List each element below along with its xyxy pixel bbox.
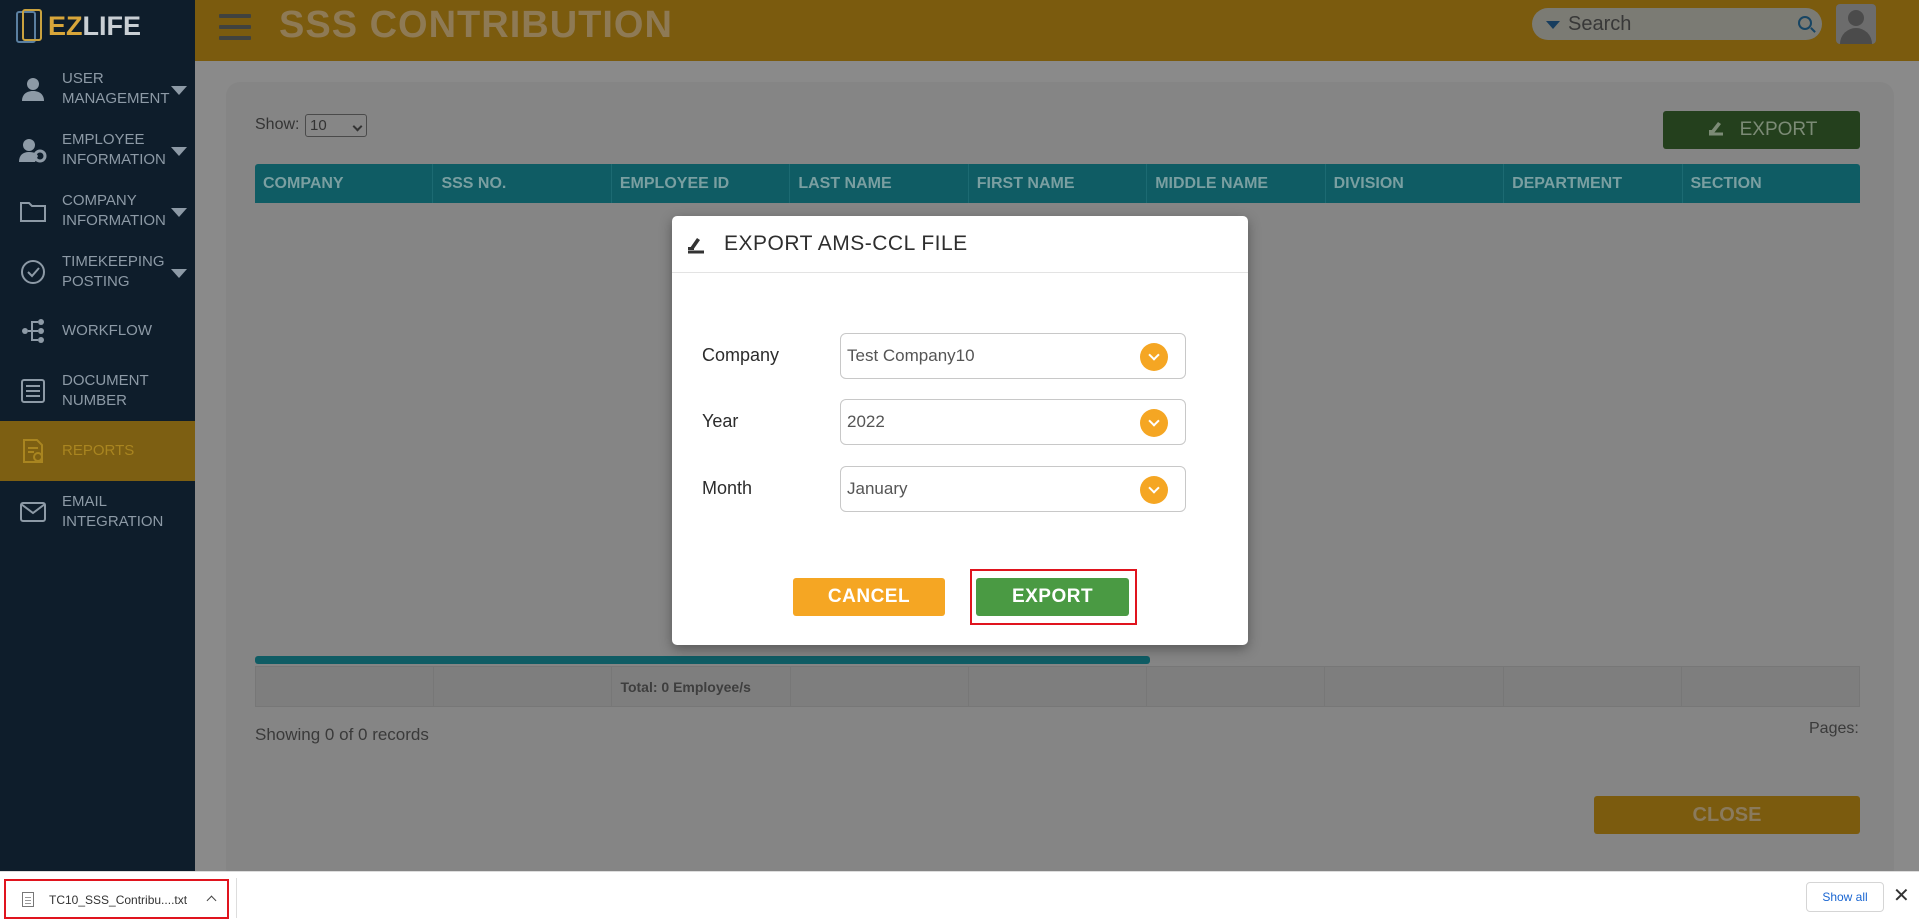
sidebar-item-company-information[interactable]: COMPANY INFORMATION: [0, 182, 195, 240]
report-icon: [18, 436, 48, 466]
export-button-highlight: EXPORT: [970, 569, 1137, 625]
horizontal-scrollbar[interactable]: [255, 656, 1150, 664]
column-header[interactable]: EMPLOYEE ID: [612, 164, 791, 203]
envelope-icon: [18, 497, 48, 527]
sidebar-item-email-integration[interactable]: EMAIL INTEGRATION: [0, 483, 195, 541]
employee-gear-icon: [18, 135, 48, 165]
sidebar-item-reports[interactable]: REPORTS: [0, 421, 195, 481]
search-input[interactable]: Search: [1532, 8, 1822, 40]
user-icon: [18, 74, 48, 104]
chevron-down-icon: [171, 208, 187, 217]
downloaded-file-item[interactable]: TC10_SSS_Contribu....txt: [4, 879, 229, 919]
cancel-button[interactable]: CANCEL: [793, 578, 945, 616]
hamburger-menu-icon[interactable]: [219, 14, 251, 40]
search-filter-caret-icon[interactable]: [1546, 21, 1560, 29]
chevron-down-icon: [171, 269, 187, 278]
month-label: Month: [702, 478, 753, 498]
page-size-select[interactable]: 10: [305, 114, 367, 137]
logo-text: EZLIFE: [48, 10, 142, 41]
export-dialog: EXPORT AMS-CCL FILE Company Test Company…: [672, 216, 1248, 645]
document-list-icon: [18, 376, 48, 406]
text-file-icon: [22, 892, 34, 907]
company-select[interactable]: Test Company10: [840, 333, 1186, 379]
search-placeholder: Search: [1568, 13, 1632, 35]
export-icon: [1706, 118, 1726, 142]
sidebar-item-user-management[interactable]: USER MANAGEMENT: [0, 60, 195, 118]
table-header: COMPANY SSS NO. EMPLOYEE ID LAST NAME FI…: [255, 164, 1860, 203]
column-header[interactable]: SSS NO.: [433, 164, 612, 203]
divider: [236, 878, 237, 918]
workflow-icon: [18, 316, 48, 346]
download-bar: TC10_SSS_Contribu....txt Show all ✕: [0, 871, 1919, 922]
chevron-down-icon[interactable]: [1140, 409, 1168, 437]
check-circle-icon: [18, 257, 48, 287]
column-header[interactable]: COMPANY: [255, 164, 434, 203]
chevron-down-icon: [352, 121, 363, 132]
ezlife-logo[interactable]: EZLIFE: [14, 4, 141, 48]
year-label: Year: [702, 411, 739, 431]
total-employees: Total: 0 Employee/s: [612, 667, 791, 706]
dialog-title: EXPORT AMS-CCL FILE: [724, 232, 968, 255]
top-header: SSS CONTRIBUTION Search: [195, 0, 1919, 61]
table-footer: Total: 0 Employee/s: [255, 666, 1860, 707]
chevron-down-icon[interactable]: [1140, 476, 1168, 504]
downloaded-file-name: TC10_SSS_Contribu....txt: [49, 893, 188, 907]
sidebar-item-timekeeping-posting[interactable]: TIMEKEEPING POSTING: [0, 243, 195, 301]
page-title: SSS CONTRIBUTION: [279, 4, 673, 46]
dialog-header: EXPORT AMS-CCL FILE: [672, 216, 1248, 273]
export-icon: [686, 234, 706, 254]
month-row: Month January: [702, 466, 1186, 512]
column-header[interactable]: DEPARTMENT: [1504, 164, 1683, 203]
export-button[interactable]: EXPORT: [1663, 111, 1860, 149]
chevron-down-icon[interactable]: [1140, 343, 1168, 371]
column-header[interactable]: LAST NAME: [790, 164, 969, 203]
chevron-down-icon: [171, 147, 187, 156]
year-row: Year 2022: [702, 399, 1186, 445]
column-header[interactable]: SECTION: [1683, 164, 1860, 203]
sidebar-item-document-number[interactable]: DOCUMENT NUMBER: [0, 362, 195, 420]
sidebar-item-workflow[interactable]: WORKFLOW: [0, 302, 195, 360]
avatar[interactable]: [1836, 4, 1876, 44]
sidebar-item-employee-information[interactable]: EMPLOYEE INFORMATION: [0, 121, 195, 179]
chevron-up-icon[interactable]: [206, 895, 217, 906]
month-select[interactable]: January: [840, 466, 1186, 512]
records-count: Showing 0 of 0 records: [255, 725, 429, 744]
folder-icon: [18, 196, 48, 226]
pages-label: Pages:: [1809, 720, 1859, 737]
chevron-down-icon: [171, 86, 187, 95]
year-select[interactable]: 2022: [840, 399, 1186, 445]
column-header[interactable]: FIRST NAME: [969, 164, 1148, 203]
dialog-export-button[interactable]: EXPORT: [976, 578, 1129, 616]
show-label: Show:: [255, 116, 300, 133]
company-label: Company: [702, 345, 780, 365]
logo-mark-icon: [14, 7, 44, 45]
search-icon[interactable]: [1798, 16, 1812, 30]
column-header[interactable]: DIVISION: [1326, 164, 1505, 203]
show-all-downloads-button[interactable]: Show all: [1806, 882, 1884, 912]
company-row: Company Test Company10: [702, 333, 1186, 379]
column-header[interactable]: MIDDLE NAME: [1147, 164, 1326, 203]
sidebar: EZLIFE USER MANAGEMENT EMPLOYEE INFORMAT…: [0, 0, 195, 871]
close-button[interactable]: CLOSE: [1594, 796, 1860, 834]
close-icon[interactable]: ✕: [1893, 885, 1910, 907]
